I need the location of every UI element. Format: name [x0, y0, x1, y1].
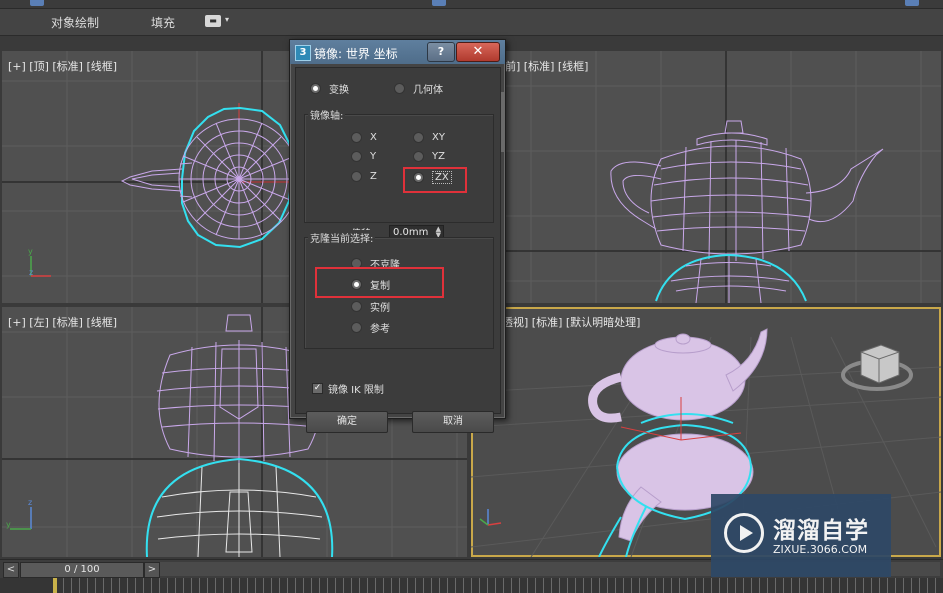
radio-dot-icon	[351, 151, 362, 162]
radio-clone-reference[interactable]: 参考	[351, 320, 390, 335]
app-logo-icon: 3	[295, 45, 311, 61]
checkmark-icon: ✓	[312, 383, 323, 394]
viewport-label-front[interactable]: 前] [标准] [线框]	[505, 58, 588, 74]
clone-group-label: 克隆当前选择:	[308, 230, 376, 245]
radio-transform-label: 变换	[329, 85, 349, 96]
ok-button[interactable]: 确定	[306, 411, 388, 433]
radio-geometry[interactable]: 几何体	[394, 81, 443, 96]
select-tool-icon[interactable]	[30, 0, 44, 6]
tab-populate[interactable]: 填充	[151, 14, 175, 31]
svg-text:y: y	[6, 520, 11, 529]
radio-dot-icon	[413, 132, 424, 143]
viewport-front[interactable]: 前] [标准] [线框]	[471, 51, 941, 303]
time-slider[interactable]: 0 / 100	[20, 562, 144, 578]
chevron-down-icon[interactable]: ▾	[225, 15, 229, 24]
frame-readout: 0 / 100	[64, 564, 100, 575]
mirror-ik-checkbox[interactable]: ✓ 镜像 IK 限制	[312, 381, 384, 396]
snap-tool-icon[interactable]	[432, 0, 446, 6]
radio-dot-icon	[351, 301, 362, 312]
radio-dot-icon	[351, 322, 362, 333]
radio-axis-yz[interactable]: YZ	[413, 151, 445, 162]
close-button[interactable]: ✕	[456, 42, 500, 62]
axis-z-label: Z	[370, 171, 377, 182]
svg-text:y: y	[28, 247, 33, 256]
watermark-url: ZIXUE.3066.COM	[773, 543, 868, 556]
axis-y-label: Y	[370, 151, 377, 162]
axis-x-label: X	[370, 132, 377, 143]
radio-transform[interactable]: 变换	[310, 81, 349, 96]
panel-scrollbar[interactable]	[501, 92, 505, 152]
clone-instance-label: 实例	[370, 303, 390, 314]
highlight-box-axis	[403, 167, 467, 193]
ribbon-bar: 对象绘制 填充 ▬ ▾	[0, 9, 943, 36]
tab-object-paint[interactable]: 对象绘制	[51, 14, 99, 31]
radio-axis-z[interactable]: Z	[351, 171, 377, 182]
current-frame-marker[interactable]	[53, 578, 57, 593]
prev-frame-button[interactable]: <	[3, 562, 19, 578]
radio-geometry-label: 几何体	[413, 85, 443, 96]
render-tool-icon[interactable]	[905, 0, 919, 6]
cancel-button[interactable]: 取消	[412, 411, 494, 433]
dialog-title: 镜像: 世界 坐标	[314, 47, 398, 61]
radio-dot-icon	[394, 83, 405, 94]
mirror-ik-label: 镜像 IK 限制	[328, 385, 384, 396]
radio-axis-x[interactable]: X	[351, 132, 377, 143]
watermark: 溜溜自学 ZIXUE.3066.COM	[711, 494, 891, 577]
axis-xy-label: XY	[432, 132, 445, 143]
dialog-body: 变换 几何体 镜像轴: X Y Z XY YZ ZX 0.0mm ▲ ▼ 克隆当…	[295, 67, 501, 433]
watermark-brand: 溜溜自学	[773, 518, 869, 544]
viewport-label-perspective[interactable]: 透视] [标准] [默认明暗处理]	[502, 314, 640, 330]
radio-dot-icon	[310, 83, 321, 94]
viewport-label-top[interactable]: [+] [顶] [标准] [线框]	[8, 58, 117, 74]
radio-dot-icon	[351, 171, 362, 182]
next-frame-button[interactable]: >	[144, 562, 160, 578]
viewport-label-left[interactable]: [+] [左] [标准] [线框]	[8, 314, 117, 330]
front-viewport-canvas	[471, 51, 941, 303]
track-bar[interactable]	[0, 578, 943, 593]
dialog-titlebar[interactable]: 3 镜像: 世界 坐标 ? ✕	[290, 40, 505, 64]
radio-axis-y[interactable]: Y	[351, 151, 376, 162]
mirror-axis-group-label: 镜像轴:	[308, 107, 346, 122]
track-ticks	[55, 578, 943, 593]
svg-text:z: z	[29, 268, 33, 277]
main-toolbar-strip	[0, 0, 943, 9]
radio-clone-instance[interactable]: 实例	[351, 299, 390, 314]
ribbon-dropdown-icon[interactable]: ▬	[205, 15, 221, 27]
clone-reference-label: 参考	[370, 324, 390, 335]
help-button[interactable]: ?	[427, 42, 455, 62]
svg-text:z: z	[28, 498, 32, 507]
play-logo-icon	[724, 513, 764, 553]
radio-axis-xy[interactable]: XY	[413, 132, 445, 143]
radio-dot-icon	[351, 132, 362, 143]
mirror-dialog: 3 镜像: 世界 坐标 ? ✕ 变换 几何体 镜像轴: X Y Z XY YZ …	[289, 39, 506, 433]
highlight-box-clone	[315, 267, 444, 298]
axis-yz-label: YZ	[432, 151, 445, 162]
radio-dot-icon	[413, 151, 424, 162]
